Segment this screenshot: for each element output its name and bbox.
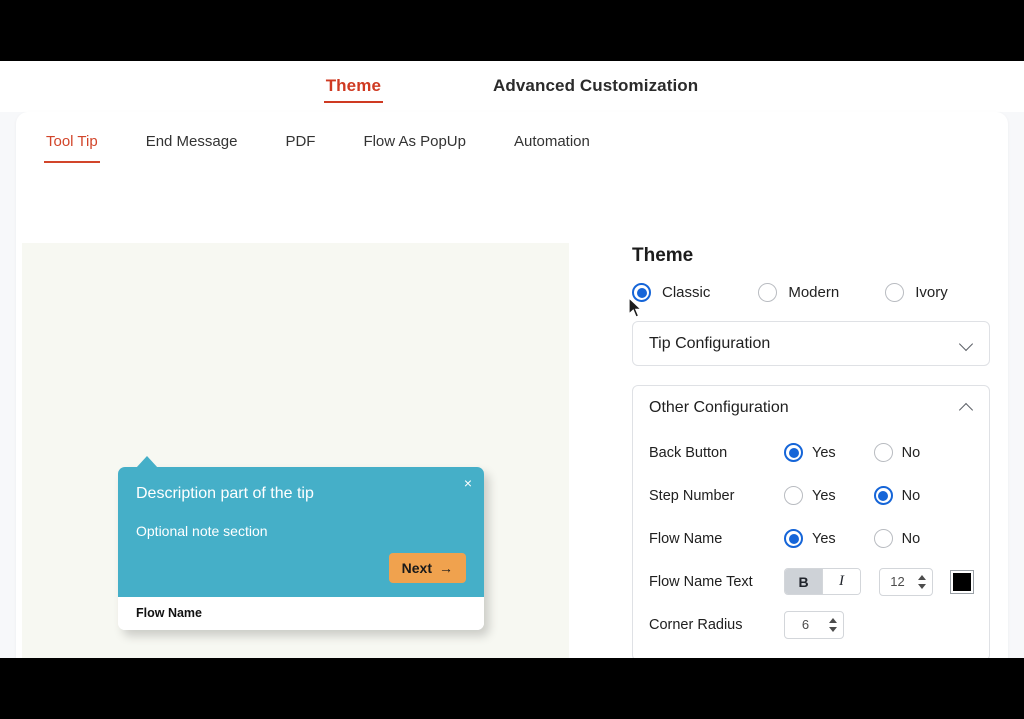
other-configuration-title: Other Configuration (649, 399, 789, 417)
letterbox-bottom (0, 658, 1024, 719)
tooltip-note: Optional note section (136, 523, 466, 539)
theme-option-modern-label: Modern (788, 284, 839, 301)
main-card: Tool Tip End Message PDF Flow As PopUp A… (16, 112, 1008, 685)
tip-configuration-accordion: Tip Configuration (632, 321, 990, 366)
radio-icon-flow-name-no[interactable] (874, 529, 893, 548)
row-step-number: Step Number Yes No (649, 474, 973, 517)
step-number-yes[interactable]: Yes (784, 486, 836, 505)
tooltip-actions: Next → (136, 553, 466, 583)
flow-name-no[interactable]: No (874, 529, 921, 548)
corner-radius-stepper[interactable]: 6 (784, 611, 844, 639)
tooltip-flow-name: Flow Name (118, 597, 484, 630)
letterbox-top (0, 0, 1024, 61)
row-flow-name-label: Flow Name (649, 531, 784, 547)
step-number-no-label: No (902, 488, 921, 504)
radio-icon-back-button-yes[interactable] (784, 443, 803, 462)
tip-configuration-title: Tip Configuration (649, 335, 770, 353)
flow-name-yes-label: Yes (812, 531, 836, 547)
screen: Theme Advanced Customization Tool Tip En… (0, 0, 1024, 719)
radio-icon-modern[interactable] (758, 283, 777, 302)
stepper-up-icon[interactable] (829, 618, 837, 623)
tooltip-body: × Description part of the tip Optional n… (118, 467, 484, 597)
back-button-no-label: No (902, 445, 921, 461)
radio-icon-step-number-yes[interactable] (784, 486, 803, 505)
corner-radius-value[interactable]: 6 (785, 617, 826, 632)
theme-option-classic-label: Classic (662, 284, 710, 301)
settings-title: Theme (632, 245, 990, 267)
row-back-button-label: Back Button (649, 445, 784, 461)
subtab-tool-tip[interactable]: Tool Tip (46, 123, 98, 163)
other-configuration-body: Back Button Yes No Step Number (633, 429, 989, 660)
row-flow-name-text: Flow Name Text B I 12 (649, 560, 973, 603)
tooltip-card: × Description part of the tip Optional n… (118, 467, 484, 630)
step-number-yes-label: Yes (812, 488, 836, 504)
font-size-stepper-arrows[interactable] (915, 575, 932, 589)
text-color-swatch[interactable] (951, 571, 973, 593)
subtab-flow-as-popup[interactable]: Flow As PopUp (363, 123, 466, 163)
corner-radius-stepper-arrows[interactable] (826, 618, 843, 632)
next-button[interactable]: Next → (389, 553, 466, 583)
row-flow-name-text-label: Flow Name Text (649, 574, 784, 590)
font-size-value[interactable]: 12 (880, 574, 915, 589)
stepper-down-icon[interactable] (829, 627, 837, 632)
subtab-end-message[interactable]: End Message (146, 123, 238, 163)
bold-button[interactable]: B (785, 569, 822, 594)
flow-name-no-label: No (902, 531, 921, 547)
other-configuration-header[interactable]: Other Configuration (633, 386, 989, 429)
radio-icon-ivory[interactable] (885, 283, 904, 302)
italic-button[interactable]: I (823, 569, 860, 594)
secondary-tab-bar: Tool Tip End Message PDF Flow As PopUp A… (16, 112, 1008, 174)
font-size-stepper[interactable]: 12 (879, 568, 933, 596)
theme-option-ivory[interactable]: Ivory (885, 283, 948, 302)
next-button-label: Next (402, 560, 432, 576)
text-style-group: B I (784, 568, 861, 595)
radio-icon-step-number-no[interactable] (874, 486, 893, 505)
tooltip-description: Description part of the tip (136, 485, 466, 503)
arrow-right-icon: → (439, 560, 453, 576)
tab-theme[interactable]: Theme (324, 70, 383, 103)
chevron-down-icon[interactable] (960, 337, 973, 350)
stepper-up-icon[interactable] (918, 575, 926, 580)
subtab-automation[interactable]: Automation (514, 123, 590, 163)
row-step-number-label: Step Number (649, 488, 784, 504)
tip-configuration-header[interactable]: Tip Configuration (633, 322, 989, 365)
chevron-up-icon[interactable] (960, 401, 973, 414)
app-page: Theme Advanced Customization Tool Tip En… (0, 61, 1024, 658)
back-button-no[interactable]: No (874, 443, 921, 462)
theme-option-classic[interactable]: Classic (632, 283, 710, 302)
row-corner-radius: Corner Radius 6 (649, 603, 973, 646)
row-corner-radius-label: Corner Radius (649, 617, 784, 633)
radio-icon-flow-name-yes[interactable] (784, 529, 803, 548)
tooltip-preview: × Description part of the tip Optional n… (118, 467, 498, 630)
close-icon[interactable]: × (464, 476, 472, 490)
radio-icon-classic[interactable] (632, 283, 651, 302)
radio-icon-back-button-no[interactable] (874, 443, 893, 462)
step-number-no[interactable]: No (874, 486, 921, 505)
subtab-pdf[interactable]: PDF (285, 123, 315, 163)
tab-advanced-customization[interactable]: Advanced Customization (491, 70, 700, 103)
flow-name-yes[interactable]: Yes (784, 529, 836, 548)
settings-pane: Theme Classic Modern Ivory (579, 243, 1008, 685)
stepper-down-icon[interactable] (918, 584, 926, 589)
theme-option-ivory-label: Ivory (915, 284, 948, 301)
back-button-yes-label: Yes (812, 445, 836, 461)
row-flow-name: Flow Name Yes No (649, 517, 973, 560)
tooltip-preview-pane: × Description part of the tip Optional n… (22, 243, 569, 685)
row-back-button: Back Button Yes No (649, 431, 973, 474)
theme-option-modern[interactable]: Modern (758, 283, 839, 302)
primary-tab-bar: Theme Advanced Customization (0, 61, 1024, 112)
theme-radio-group: Classic Modern Ivory (632, 283, 990, 302)
back-button-yes[interactable]: Yes (784, 443, 836, 462)
other-configuration-accordion: Other Configuration Back Button Yes (632, 385, 990, 661)
